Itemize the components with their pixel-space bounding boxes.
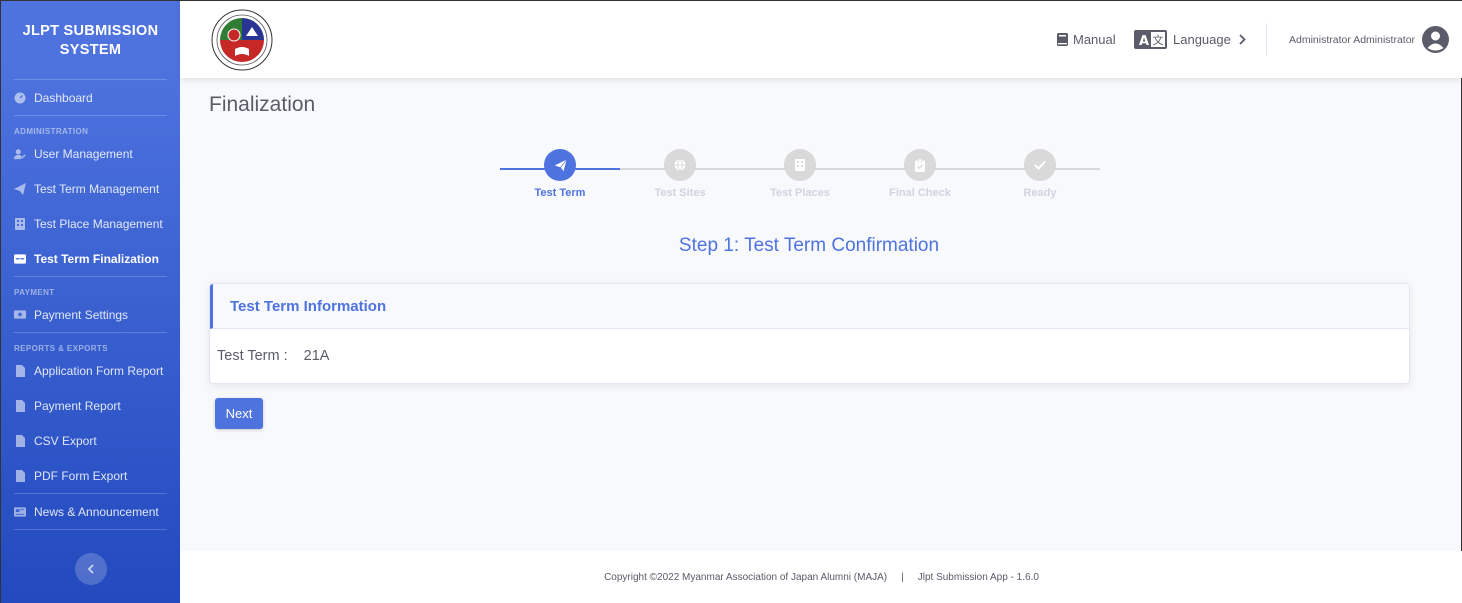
manual-link[interactable]: Manual — [1057, 1, 1116, 78]
sidebar-item-label: Payment Report — [34, 398, 121, 413]
step-heading: Step 1: Test Term Confirmation — [678, 235, 940, 256]
footer: Copyright ©2022 Myanmar Association of J… — [180, 551, 1462, 603]
footer-version: Jlpt Submission App - 1.6.0 — [917, 572, 1039, 583]
card-header: Test Term Information — [210, 284, 1409, 329]
sidebar-item-csv-export[interactable]: CSV Export — [1, 423, 180, 458]
sidebar-item-test-term-management[interactable]: Test Term Management — [1, 171, 180, 206]
user-name[interactable]: Administrator Administrator — [1289, 1, 1415, 78]
topbar: Manual A文 Language Administrator Adminis… — [180, 1, 1462, 78]
sidebar-item-payment-settings[interactable]: Payment Settings — [1, 297, 180, 332]
sidebar-heading-payment: PAYMENT — [14, 288, 55, 297]
sidebar-item-label: CSV Export — [34, 433, 97, 448]
svg-text:文: 文 — [1153, 33, 1164, 47]
sidebar-item-label: News & Announcement — [34, 504, 159, 519]
step-circle — [544, 149, 576, 181]
step-circle — [784, 149, 816, 181]
step-circle — [664, 149, 696, 181]
id-card-icon — [14, 253, 26, 265]
step-label: Final Check — [889, 187, 951, 199]
brand-line-2: SYSTEM — [59, 42, 122, 58]
maja-logo[interactable] — [210, 9, 274, 71]
sidebar: JLPT SUBMISSION SYSTEM Dashboard ADMINIS… — [1, 1, 180, 603]
manual-label: Manual — [1073, 32, 1116, 47]
file-icon — [14, 399, 26, 412]
step-test-sites[interactable]: Test Sites — [620, 149, 740, 199]
step-label: Test Places — [770, 187, 830, 199]
user-avatar-icon[interactable] — [1422, 26, 1449, 53]
step-circle — [904, 149, 936, 181]
sidebar-item-test-term-finalization[interactable]: Test Term Finalization — [1, 241, 180, 276]
card-body: Test Term : 21A — [210, 329, 1409, 383]
sidebar-item-label: Dashboard — [34, 90, 93, 105]
next-button[interactable]: Next — [215, 398, 263, 429]
building-icon — [14, 217, 26, 230]
sidebar-toggle-button[interactable] — [75, 553, 107, 585]
sidebar-item-pdf-form-export[interactable]: PDF Form Export — [1, 458, 180, 493]
sidebar-item-label: Test Term Finalization — [34, 251, 159, 266]
step-test-places[interactable]: Test Places — [740, 149, 860, 199]
chevron-left-icon — [87, 561, 95, 577]
sidebar-item-test-place-management[interactable]: Test Place Management — [1, 206, 180, 241]
sidebar-item-user-management[interactable]: User Management — [1, 136, 180, 171]
newspaper-icon — [14, 506, 26, 518]
file-icon — [14, 364, 26, 377]
sidebar-heading-reports: REPORTS & EXPORTS — [14, 344, 108, 353]
globe-icon — [674, 159, 686, 171]
step-label: Test Sites — [654, 187, 706, 199]
sidebar-brand[interactable]: JLPT SUBMISSION SYSTEM — [1, 1, 180, 79]
sidebar-item-label: User Management — [34, 146, 133, 161]
tachometer-icon — [14, 92, 26, 104]
step-label: Test Term — [534, 187, 586, 199]
sidebar-item-news-announcement[interactable]: News & Announcement — [1, 494, 180, 529]
paper-plane-icon — [553, 158, 567, 172]
sidebar-item-application-form-report[interactable]: Application Form Report — [1, 353, 180, 388]
step-final-check[interactable]: Final Check — [860, 149, 980, 199]
footer-copyright: Copyright ©2022 Myanmar Association of J… — [604, 572, 888, 583]
svg-text:A: A — [1139, 34, 1149, 49]
sidebar-item-label: Application Form Report — [34, 363, 164, 378]
sidebar-item-label: Test Place Management — [34, 216, 163, 231]
test-term-value: 21A — [303, 348, 330, 364]
step-circle — [1024, 149, 1056, 181]
footer-separator: | — [901, 572, 904, 583]
book-icon — [1057, 33, 1068, 46]
clipboard-check-icon — [915, 158, 925, 172]
sidebar-item-payment-report[interactable]: Payment Report — [1, 388, 180, 423]
money-bill-icon — [14, 309, 26, 321]
user-edit-icon — [14, 148, 26, 160]
translate-icon: A文 — [1134, 30, 1167, 49]
paper-plane-icon — [14, 182, 26, 195]
step-ready[interactable]: Ready — [980, 149, 1100, 199]
sidebar-item-label: Payment Settings — [34, 307, 129, 322]
chevron-right-icon — [1239, 34, 1246, 45]
stepper: Test Term Test Sites Test Places Final C… — [500, 149, 1100, 205]
brand-line-1: JLPT SUBMISSION — [22, 23, 159, 39]
file-icon — [14, 469, 26, 482]
topbar-divider — [1266, 23, 1267, 55]
building-icon — [795, 159, 805, 171]
page-title: Finalization — [209, 93, 316, 116]
test-term-label: Test Term : — [217, 348, 288, 364]
language-dropdown[interactable]: A文 Language — [1134, 1, 1246, 78]
check-icon — [1034, 160, 1046, 170]
step-label: Ready — [1023, 187, 1057, 199]
language-label: Language — [1173, 32, 1231, 47]
sidebar-divider — [14, 529, 167, 530]
file-icon — [14, 434, 26, 447]
sidebar-item-label: Test Term Management — [34, 181, 160, 196]
sidebar-item-dashboard[interactable]: Dashboard — [1, 80, 180, 115]
sidebar-item-label: PDF Form Export — [34, 468, 128, 483]
sidebar-heading-administration: ADMINISTRATION — [14, 127, 89, 136]
test-term-info-card: Test Term Information Test Term : 21A — [209, 283, 1410, 384]
step-test-term[interactable]: Test Term — [500, 149, 620, 199]
